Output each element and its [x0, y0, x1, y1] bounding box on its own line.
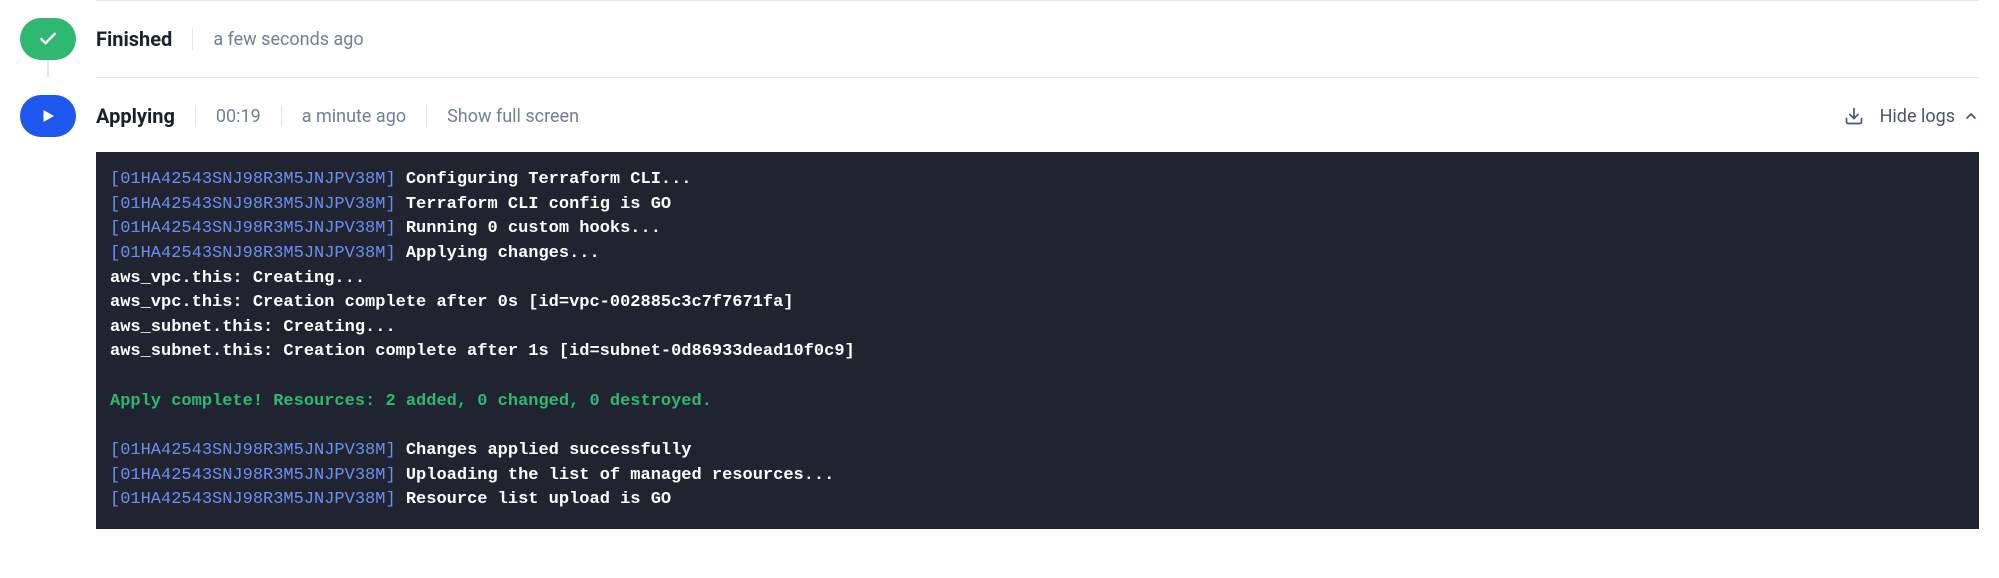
- stage-status-icon-finished[interactable]: [20, 18, 76, 60]
- stage-applying: Applying 00:19 a minute ago Show full sc…: [20, 77, 1979, 545]
- log-line: aws_subnet.this: Creation complete after…: [110, 340, 1965, 365]
- stage-time: a few seconds ago: [213, 29, 363, 50]
- log-prefix: [01HA42543SNJ98R3M5JNJPV38M]: [110, 441, 396, 460]
- log-text: Uploading the list of managed resources.…: [396, 466, 835, 485]
- stage-time: a minute ago: [302, 106, 406, 127]
- log-prefix: [01HA42543SNJ98R3M5JNJPV38M]: [110, 195, 396, 214]
- show-full-screen-link[interactable]: Show full screen: [447, 106, 579, 127]
- stage-meta: 00:19 a minute ago Show full screen: [195, 105, 579, 127]
- log-text: Applying changes...: [396, 244, 600, 263]
- download-logs-button[interactable]: [1844, 106, 1864, 126]
- meta-divider: [195, 105, 196, 127]
- log-line: aws_subnet.this: Creating...: [110, 316, 1965, 341]
- log-line: [110, 414, 1965, 439]
- log-line: [01HA42543SNJ98R3M5JNJPV38M] Configuring…: [110, 168, 1965, 193]
- download-icon: [1844, 106, 1864, 126]
- hide-logs-label: Hide logs: [1880, 106, 1955, 127]
- stage-finished: Finished a few seconds ago: [20, 0, 1979, 77]
- logs-actions: Hide logs: [1844, 106, 1979, 127]
- stage-applying-content: Applying 00:19 a minute ago Show full sc…: [96, 77, 1979, 545]
- log-line: [01HA42543SNJ98R3M5JNJPV38M] Changes app…: [110, 439, 1965, 464]
- meta-divider: [192, 28, 193, 50]
- log-text: Resource list upload is GO: [396, 490, 671, 509]
- log-line: [01HA42543SNJ98R3M5JNJPV38M] Uploading t…: [110, 464, 1965, 489]
- stage-finished-content: Finished a few seconds ago: [96, 0, 1979, 77]
- log-line: Apply complete! Resources: 2 added, 0 ch…: [110, 390, 1965, 415]
- timeline-icon-column: [20, 77, 76, 545]
- log-line: [01HA42543SNJ98R3M5JNJPV38M] Running 0 c…: [110, 217, 1965, 242]
- log-line: [01HA42543SNJ98R3M5JNJPV38M] Applying ch…: [110, 242, 1965, 267]
- play-icon: [39, 107, 57, 125]
- stage-meta: a few seconds ago: [192, 28, 363, 50]
- timeline-connector: [47, 60, 49, 77]
- log-line: [110, 365, 1965, 390]
- stage-title: Finished: [96, 27, 172, 51]
- stage-header: Applying 00:19 a minute ago Show full sc…: [96, 94, 1979, 138]
- hide-logs-button[interactable]: Hide logs: [1880, 106, 1979, 127]
- log-line: aws_vpc.this: Creation complete after 0s…: [110, 291, 1965, 316]
- meta-divider: [281, 105, 282, 127]
- meta-divider: [426, 105, 427, 127]
- stage-header: Finished a few seconds ago: [96, 17, 1979, 61]
- log-prefix: [01HA42543SNJ98R3M5JNJPV38M]: [110, 170, 396, 189]
- log-text: Running 0 custom hooks...: [396, 219, 661, 238]
- log-text: Configuring Terraform CLI...: [396, 170, 692, 189]
- log-prefix: [01HA42543SNJ98R3M5JNJPV38M]: [110, 466, 396, 485]
- log-line: [01HA42543SNJ98R3M5JNJPV38M] Terraform C…: [110, 193, 1965, 218]
- log-prefix: [01HA42543SNJ98R3M5JNJPV38M]: [110, 244, 396, 263]
- log-text: Terraform CLI config is GO: [396, 195, 671, 214]
- stage-duration: 00:19: [216, 106, 261, 127]
- log-prefix: [01HA42543SNJ98R3M5JNJPV38M]: [110, 490, 396, 509]
- timeline-icon-column: [20, 0, 76, 77]
- chevron-up-icon: [1963, 108, 1979, 124]
- log-terminal[interactable]: [01HA42543SNJ98R3M5JNJPV38M] Configuring…: [96, 152, 1979, 529]
- stage-title: Applying: [96, 104, 175, 128]
- check-icon: [38, 29, 58, 49]
- stage-status-icon-applying[interactable]: [20, 95, 76, 137]
- log-prefix: [01HA42543SNJ98R3M5JNJPV38M]: [110, 219, 396, 238]
- log-line: aws_vpc.this: Creating...: [110, 267, 1965, 292]
- log-line: [01HA42543SNJ98R3M5JNJPV38M] Resource li…: [110, 488, 1965, 513]
- log-text: Changes applied successfully: [396, 441, 692, 460]
